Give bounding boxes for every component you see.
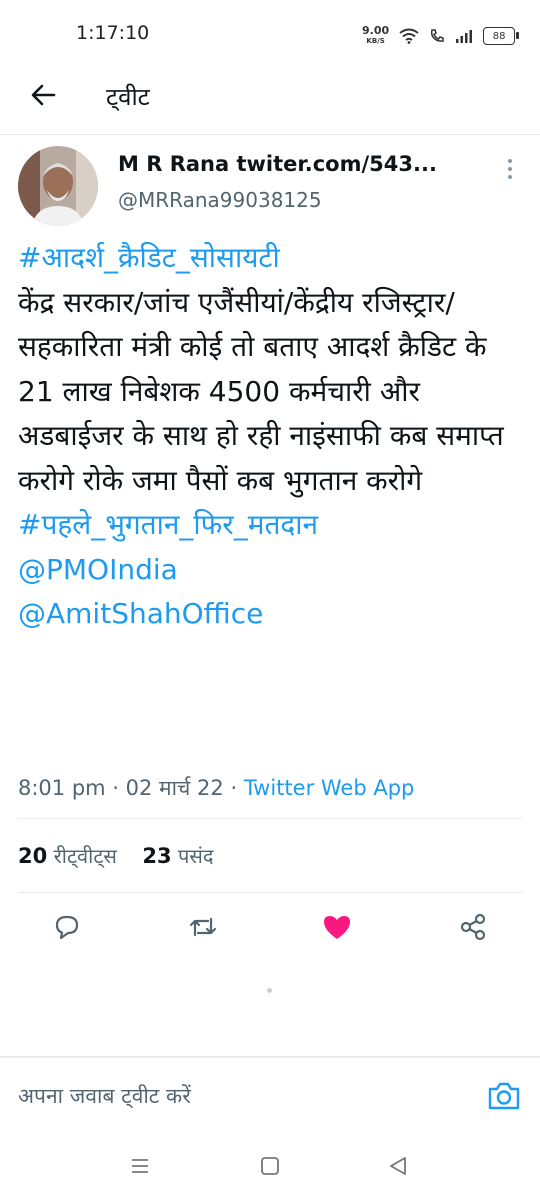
stats-divider	[18, 892, 522, 893]
call-icon	[431, 29, 444, 42]
loading-dot	[267, 988, 272, 993]
tweet-meta: 8:01 pm · 02 मार्च 22 · Twitter Web App	[18, 774, 414, 802]
wifi-icon	[399, 28, 419, 44]
reply-icon[interactable]	[50, 910, 84, 944]
status-icons: 9.00 KB/S 88	[362, 22, 522, 50]
page-title: ट्वीट	[106, 83, 150, 111]
meta-separator: ·	[223, 776, 244, 800]
tweet-body: केंद्र सरकार/जांच एजैंसीयां/केंद्रीय रजि…	[18, 285, 504, 497]
retweets-count: 20	[18, 844, 48, 868]
author-handle[interactable]: @MRRana99038125	[118, 188, 322, 212]
battery-indicator: 88	[483, 27, 520, 45]
network-speed-unit: KB/S	[366, 37, 385, 45]
retweets-label: रीट्वीट्स	[53, 844, 117, 868]
likes-label: पसंद	[177, 844, 214, 868]
hashtag-link[interactable]: #आदर्श_क्रैडिट_सोसायटी	[18, 236, 528, 281]
camera-icon[interactable]	[486, 1078, 522, 1114]
share-icon[interactable]	[456, 910, 490, 944]
mention-link[interactable]: @PMOIndia	[18, 548, 528, 593]
hashtag-link[interactable]: #पहले_भुगतान_फिर_मतदान	[18, 503, 528, 548]
network-speed: 9.00 KB/S	[362, 25, 389, 46]
header-divider	[0, 134, 540, 135]
meta-divider	[18, 818, 522, 819]
back-arrow-icon[interactable]	[28, 80, 58, 110]
tweet-text: #आदर्श_क्रैडिट_सोसायटी केंद्र सरकार/जांच…	[18, 236, 528, 637]
recent-apps-icon[interactable]	[130, 1157, 150, 1175]
engagement-stats: 20 रीट्वीट्स 23 पसंद	[18, 842, 213, 869]
meta-separator: ·	[105, 776, 126, 800]
signal-icon	[456, 30, 473, 43]
status-time: 1:17:10	[76, 22, 150, 44]
retweets-stat[interactable]: 20 रीट्वीट्स	[18, 844, 117, 868]
more-options-icon[interactable]	[500, 156, 520, 182]
home-icon[interactable]	[260, 1156, 280, 1176]
likes-count: 23	[142, 844, 172, 868]
likes-stat[interactable]: 23 पसंद	[142, 844, 213, 868]
like-heart-icon[interactable]	[320, 910, 354, 944]
reply-divider	[0, 1056, 540, 1058]
tweet-time: 8:01 pm	[18, 776, 106, 800]
reply-input[interactable]: अपना जवाब ट्वीट करें	[18, 1082, 191, 1110]
mention-link[interactable]: @AmitShahOffice	[18, 592, 528, 637]
author-name[interactable]: M R Rana twiter.com/543...	[118, 152, 463, 176]
tweet-date: 02 मार्च 22	[125, 776, 224, 800]
nav-back-icon[interactable]	[388, 1155, 408, 1177]
avatar[interactable]	[18, 146, 98, 226]
tweet-source-link[interactable]: Twitter Web App	[244, 776, 415, 800]
retweet-icon[interactable]	[186, 910, 220, 944]
